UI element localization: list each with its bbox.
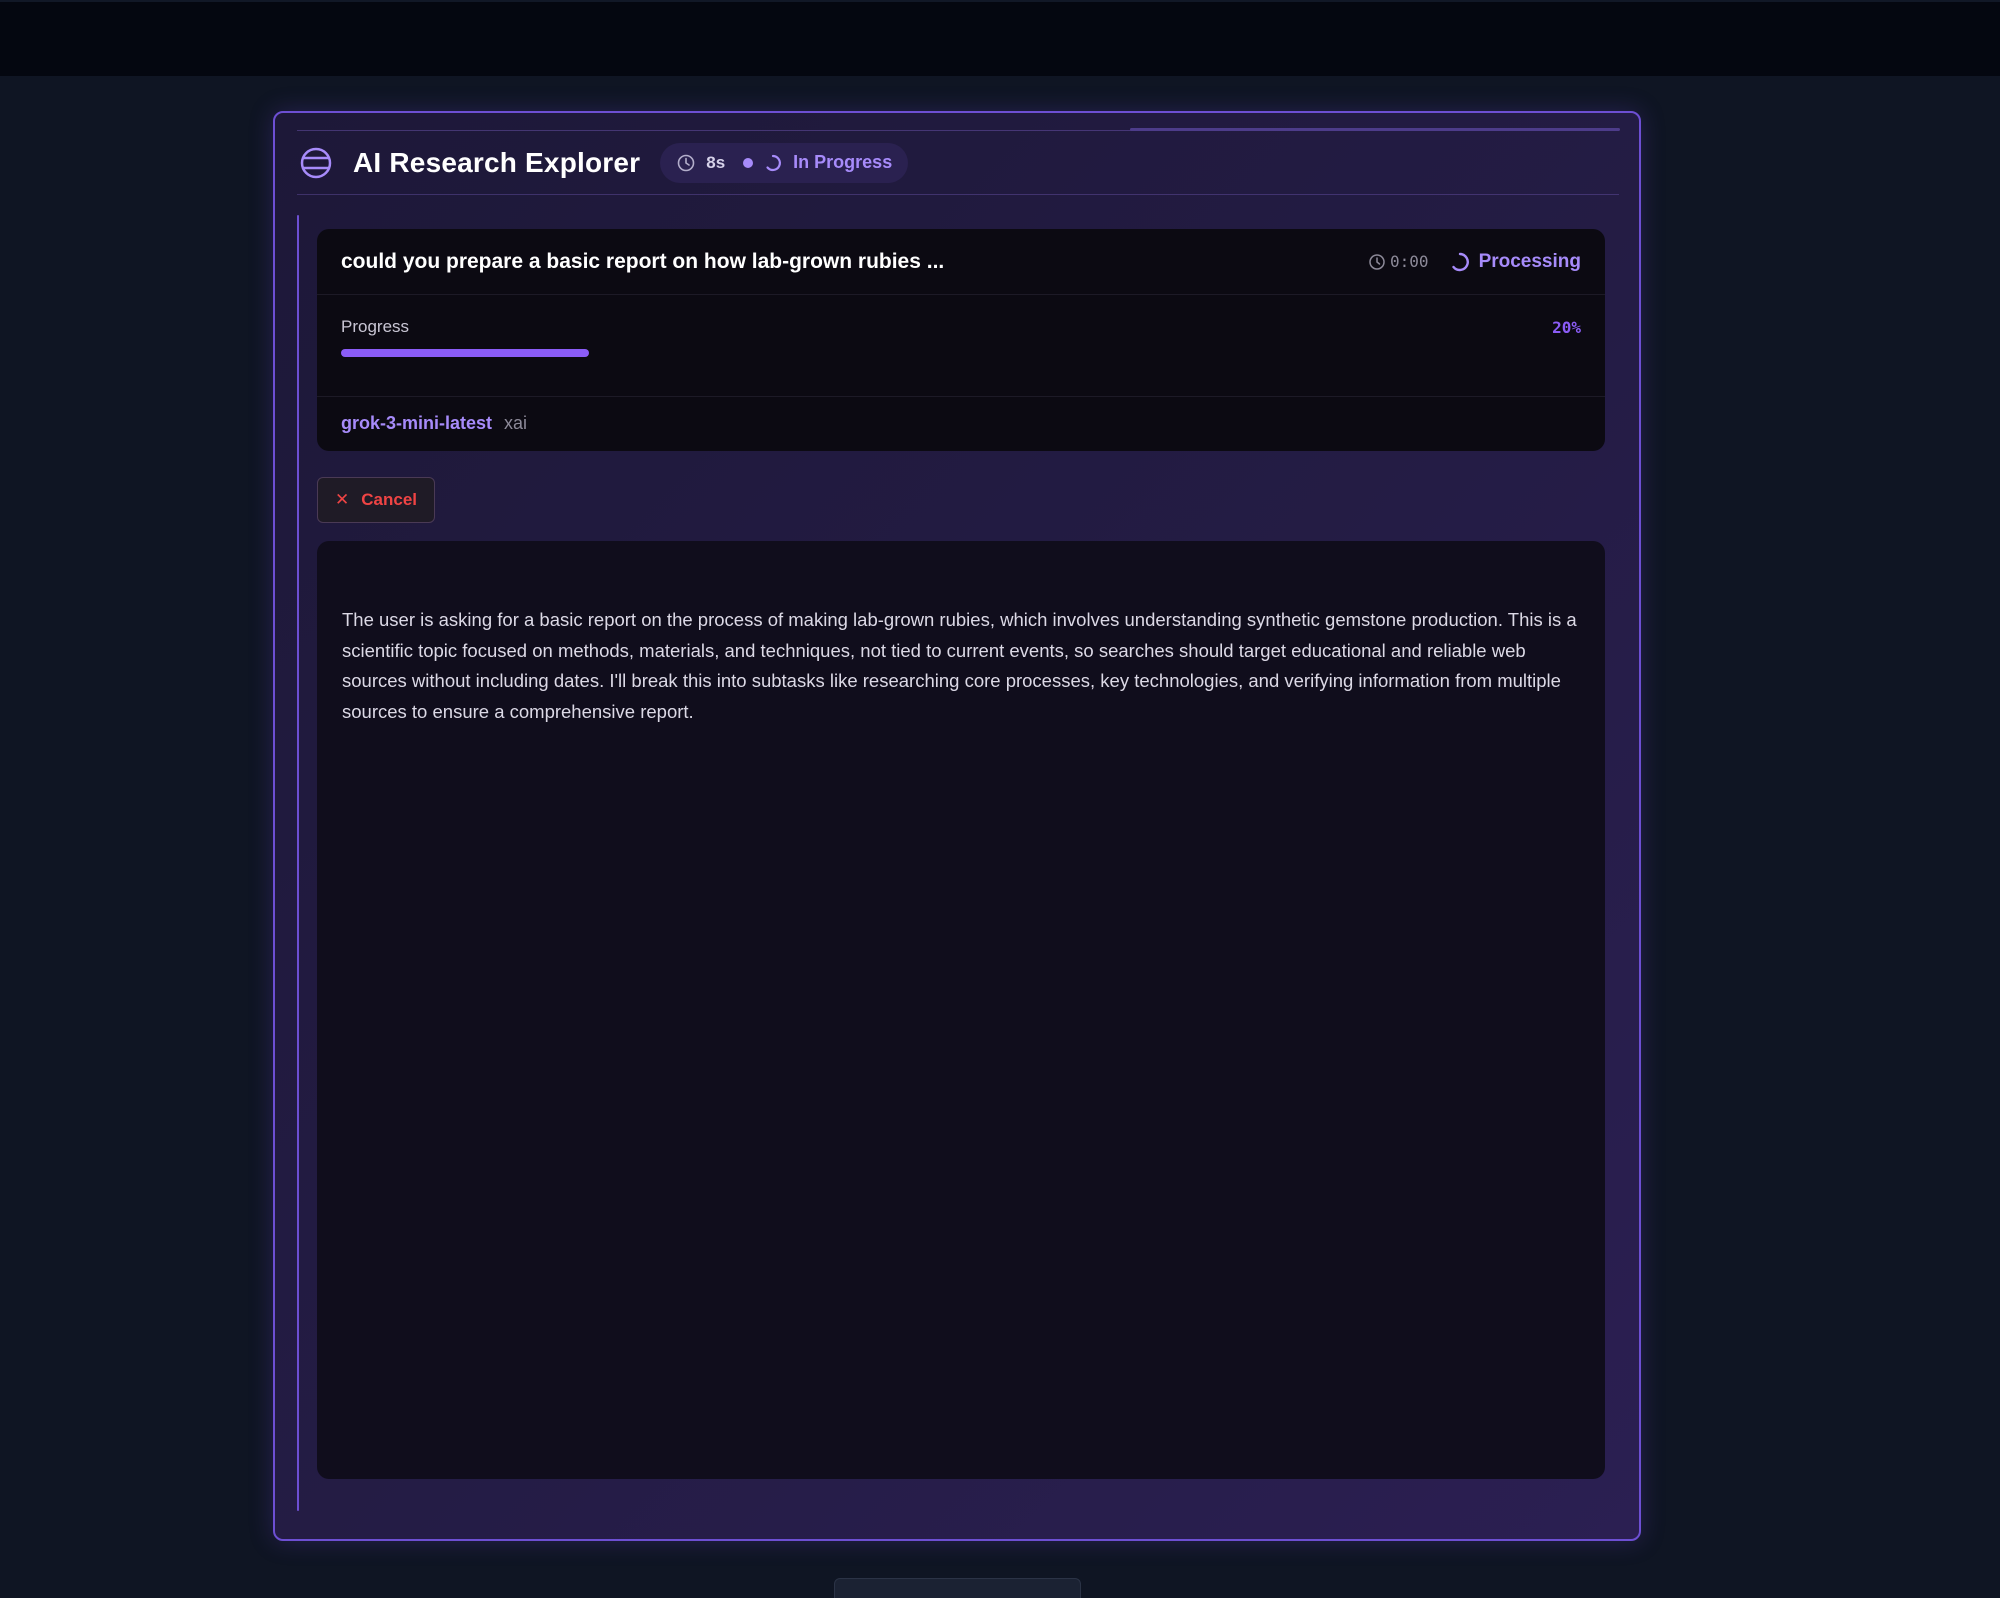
top-bar [0, 0, 2000, 76]
task-header: could you prepare a basic report on how … [317, 229, 1605, 295]
progress-section: Progress 20% [317, 295, 1605, 397]
reasoning-panel: The user is asking for a basic report on… [317, 541, 1605, 1479]
page-title: AI Research Explorer [353, 146, 641, 178]
progress-fill [341, 349, 589, 357]
cancel-label: Cancel [361, 490, 417, 509]
progress-label: Progress [341, 317, 410, 336]
status-badge: 8s In Progress [660, 142, 909, 183]
timeline-line [297, 215, 299, 1511]
globe-icon [300, 147, 332, 178]
model-provider: xai [504, 412, 528, 433]
clock-icon [677, 154, 695, 171]
research-panel: AI Research Explorer 8s In Progress coul… [273, 111, 1641, 1541]
status-text: In Progress [793, 152, 893, 172]
task-status: Processing [1478, 250, 1581, 272]
task-card: could you prepare a basic report on how … [317, 229, 1605, 451]
status-dot [743, 157, 754, 168]
task-timer: 0:00 [1390, 252, 1429, 271]
spinner-icon [766, 154, 782, 171]
panel-header: AI Research Explorer 8s In Progress [297, 131, 1619, 195]
model-name: grok-3-mini-latest [341, 412, 493, 433]
cancel-button[interactable]: ✕ Cancel [317, 477, 435, 523]
task-title: could you prepare a basic report on how … [341, 249, 945, 273]
progress-bar [341, 349, 1581, 357]
model-info: grok-3-mini-latest xai [317, 397, 1605, 449]
elapsed-time: 8s [706, 152, 726, 172]
clock-icon [1369, 253, 1385, 270]
reasoning-text: The user is asking for a basic report on… [342, 609, 1577, 722]
progress-percent: 20% [1552, 317, 1581, 337]
close-icon: ✕ [335, 490, 350, 509]
spinner-icon [1451, 252, 1469, 271]
bottom-button[interactable] [834, 1578, 1081, 1598]
